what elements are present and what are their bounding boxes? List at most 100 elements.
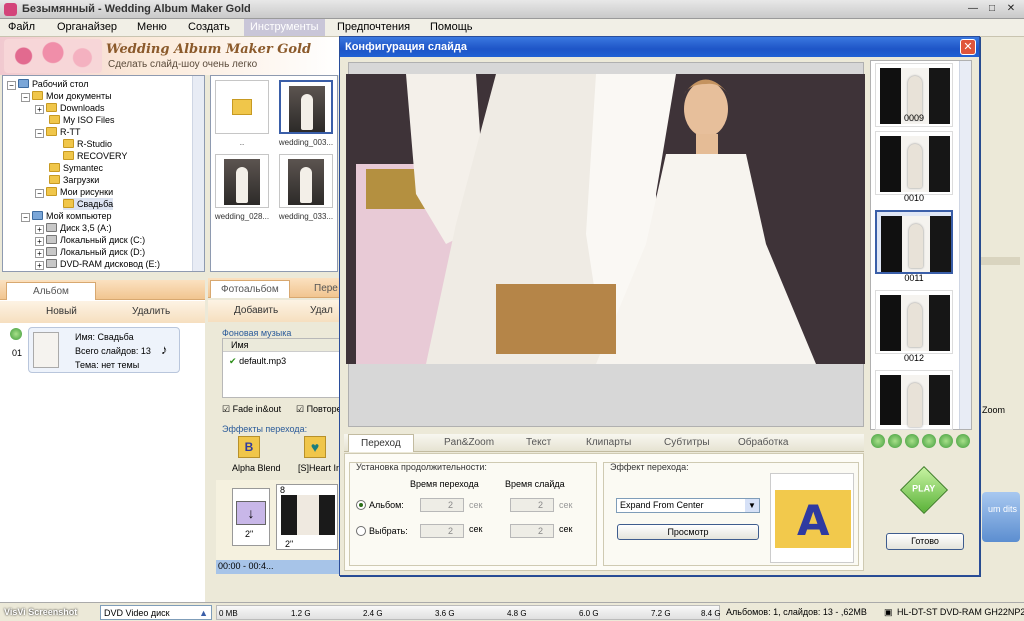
filmstrip-slide[interactable] bbox=[875, 370, 953, 430]
col-name-header: Имя bbox=[231, 340, 249, 350]
menu-help[interactable]: Помощь bbox=[430, 21, 473, 33]
folder-tree[interactable]: − Рабочий стол − Мои документы + Downloads … bbox=[2, 75, 205, 272]
banner-subtitle: Сделать слайд-шоу очень легко bbox=[108, 59, 258, 70]
tab-processing[interactable]: Обработка bbox=[738, 434, 788, 452]
select-slide-stepper[interactable]: 2 bbox=[510, 524, 554, 538]
play-small-icon[interactable] bbox=[905, 434, 919, 448]
play-icon[interactable] bbox=[10, 328, 22, 340]
thumb-parent[interactable] bbox=[215, 80, 269, 134]
timeline[interactable]: ↓ 2" 8 2" 00:00 - 00:4... bbox=[216, 480, 340, 574]
effect-heart-icon[interactable]: ♥ bbox=[304, 436, 326, 458]
tree-item-disk-c[interactable]: + Локальный диск (C:) bbox=[35, 234, 145, 246]
tab-album[interactable]: Альбом bbox=[6, 282, 96, 300]
filmstrip-slide[interactable] bbox=[875, 131, 953, 195]
folder-icon bbox=[46, 187, 57, 196]
repeat-checkbox[interactable]: ☑ Повторе bbox=[296, 404, 342, 415]
thumb-photo[interactable] bbox=[279, 154, 333, 208]
delete-album-button[interactable]: Удалить bbox=[114, 303, 170, 321]
slide-config-dialog: Конфигурация слайда ✕ 0009 0010 0011 001… bbox=[339, 36, 980, 576]
tree-item-wedding[interactable]: Свадьба bbox=[63, 198, 114, 210]
slide-slot[interactable]: 8 2" bbox=[276, 484, 338, 550]
folder-icon bbox=[46, 103, 57, 112]
tree-item-dvd[interactable]: + DVD-RAM дисковод (E:) bbox=[35, 258, 160, 270]
select-transition-stepper[interactable]: 2 bbox=[420, 524, 464, 538]
tree-item-downloads[interactable]: + Downloads bbox=[35, 102, 105, 114]
app-icon bbox=[4, 3, 17, 16]
tree-item-recovery[interactable]: RECOVERY bbox=[63, 150, 127, 162]
close-button[interactable]: ✕ bbox=[1004, 3, 1018, 16]
filmstrip-scrollbar[interactable] bbox=[959, 61, 971, 429]
last-icon[interactable] bbox=[939, 434, 953, 448]
tab-transition[interactable]: Переход bbox=[348, 434, 414, 452]
dialog-close-button[interactable]: ✕ bbox=[960, 39, 976, 55]
effect-select[interactable]: Expand From Center ▼ bbox=[616, 498, 760, 513]
credits-button[interactable]: um dits bbox=[982, 492, 1020, 542]
tree-item-disk-d[interactable]: + Локальный диск (D:) bbox=[35, 246, 145, 258]
next-icon[interactable] bbox=[922, 434, 936, 448]
tab-cliparts[interactable]: Клипарты bbox=[586, 434, 631, 452]
tree-item-rstudio[interactable]: R-Studio bbox=[63, 138, 112, 150]
play-button[interactable]: PLAY bbox=[899, 465, 949, 515]
zoom-slider[interactable] bbox=[980, 257, 1020, 265]
slide-filmstrip[interactable]: 0009 0010 0011 0012 bbox=[870, 60, 972, 430]
effect-alpha-icon[interactable]: B bbox=[238, 436, 260, 458]
tree-item-rtt[interactable]: − R-TT bbox=[35, 126, 81, 138]
filmstrip-slide[interactable] bbox=[875, 290, 953, 354]
tree-item-downloads-ru[interactable]: Загрузки bbox=[49, 174, 99, 186]
album-card[interactable]: Имя: Свадьба Всего слайдов: 13 Тема: нет… bbox=[28, 327, 180, 373]
menu-menu[interactable]: Меню bbox=[137, 21, 167, 33]
tab-subtitles[interactable]: Субтитры bbox=[664, 434, 710, 452]
tree-item-mycomputer[interactable]: − Мой компьютер bbox=[21, 210, 112, 222]
tree-item-mydocs[interactable]: − Мои документы bbox=[21, 90, 112, 102]
undo-icon[interactable] bbox=[956, 434, 970, 448]
menu-create[interactable]: Создать bbox=[188, 21, 230, 33]
thumb-photo[interactable] bbox=[279, 80, 333, 134]
new-album-button[interactable]: Новый bbox=[28, 303, 77, 321]
drive-icon bbox=[46, 235, 57, 244]
select-radio[interactable] bbox=[356, 526, 366, 536]
folder-icon bbox=[63, 199, 74, 208]
tree-item-mypictures[interactable]: − Мои рисунки bbox=[35, 186, 113, 198]
unit-label: сек bbox=[559, 500, 573, 510]
filmstrip-slide-selected[interactable] bbox=[875, 210, 953, 274]
filmstrip-label: 0012 bbox=[903, 353, 925, 363]
tree-item-symantec[interactable]: Symantec bbox=[49, 162, 103, 174]
music-track[interactable]: ✔ default.mp3 bbox=[229, 356, 286, 367]
computer-icon bbox=[32, 211, 43, 220]
thumb-label: .. bbox=[239, 138, 245, 147]
album-radio[interactable] bbox=[356, 500, 366, 510]
maximize-button[interactable]: □ bbox=[985, 3, 999, 16]
tree-item-floppy[interactable]: + Диск 3,5 (A:) bbox=[35, 222, 112, 234]
transition-slot[interactable]: ↓ 2" bbox=[232, 488, 270, 546]
done-button[interactable]: Готово bbox=[886, 533, 964, 550]
menu-file[interactable]: Файл bbox=[8, 21, 35, 33]
album-transition-input[interactable]: 2 bbox=[420, 498, 464, 512]
fade-checkbox[interactable]: ☑ Fade in&out bbox=[222, 404, 281, 415]
tab-photoalbum[interactable]: Фотоальбом bbox=[210, 280, 290, 298]
album-info: Альбомов: 1, слайдов: 13 - ,62MB bbox=[726, 607, 867, 617]
minimize-button[interactable]: — bbox=[966, 3, 980, 16]
menu-tools[interactable]: Инструменты bbox=[244, 19, 325, 36]
tab-panzoom[interactable]: Pan&Zoom bbox=[444, 434, 494, 452]
dialog-title: Конфигурация слайда bbox=[340, 37, 979, 57]
add-music-button[interactable]: Добавить bbox=[216, 302, 278, 320]
slide-number: 8 bbox=[280, 485, 286, 495]
menu-organizer[interactable]: Органайзер bbox=[57, 21, 117, 33]
album-slide-input[interactable]: 2 bbox=[510, 498, 554, 512]
first-icon[interactable] bbox=[871, 434, 885, 448]
preview-button[interactable]: Просмотр bbox=[617, 524, 759, 540]
tab-text[interactable]: Текст bbox=[526, 434, 551, 452]
tree-item-desktop[interactable]: − Рабочий стол bbox=[7, 78, 89, 90]
music-list[interactable]: Имя ✔ default.mp3 bbox=[222, 338, 341, 398]
tick-label: 0 MB bbox=[219, 609, 238, 618]
select-radio-label: Выбрать: bbox=[369, 526, 408, 536]
delete-music-button[interactable]: Удал bbox=[292, 302, 333, 320]
menu-preferences[interactable]: Предпочтения bbox=[337, 21, 410, 33]
music-note-icon: ♪ bbox=[161, 342, 168, 357]
tree-scrollbar[interactable] bbox=[192, 76, 204, 271]
prev-icon[interactable] bbox=[888, 434, 902, 448]
disc-type-select[interactable]: DVD Video диск ▲ bbox=[100, 605, 212, 620]
thumb-photo[interactable] bbox=[215, 154, 269, 208]
tree-item-iso[interactable]: My ISO Files bbox=[49, 114, 115, 126]
unit-label: сек bbox=[469, 500, 483, 510]
